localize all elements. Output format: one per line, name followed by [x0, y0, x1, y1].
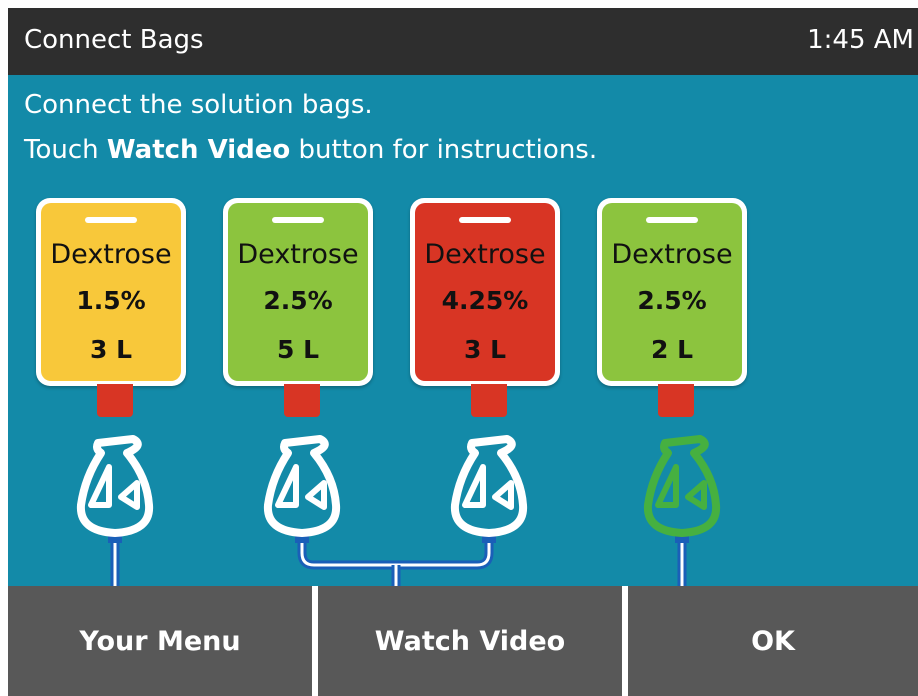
watch-video-button[interactable]: Watch Video [318, 586, 622, 696]
bag-volume: 5 L [276, 335, 320, 364]
bag-solution-name: Dextrose [424, 239, 546, 270]
bag-port-4 [658, 384, 694, 417]
bag-port-2 [284, 384, 320, 417]
bag-hanger-slot [272, 217, 324, 223]
bag-label-panel: Dextrose 2.5% 5 L [228, 203, 368, 381]
bag-concentration: 1.5% [76, 286, 146, 315]
button-bar: Your Menu Watch Video OK [8, 586, 918, 696]
tube-bag-1 [108, 531, 122, 586]
bag-concentration: 2.5% [263, 286, 333, 315]
bag-volume: 3 L [463, 335, 507, 364]
bag-solution-name: Dextrose [237, 239, 359, 270]
main-content: Connect the solution bags. Touch Watch V… [8, 75, 918, 586]
bag-solution-name: Dextrose [50, 239, 172, 270]
bag-port-3 [471, 384, 507, 417]
bag-hanger-slot [646, 217, 698, 223]
bag-volume: 2 L [650, 335, 694, 364]
connector-clip-1-icon[interactable] [76, 435, 154, 537]
bag-concentration: 4.25% [441, 286, 529, 315]
ok-button[interactable]: OK [628, 586, 918, 696]
solution-bag-2[interactable]: Dextrose 2.5% 5 L [223, 198, 373, 386]
bag-port-1 [97, 384, 133, 417]
solution-bag-3[interactable]: Dextrose 4.25% 3 L [410, 198, 560, 386]
bag-label-panel: Dextrose 4.25% 3 L [415, 203, 555, 381]
solution-bag-1[interactable]: Dextrose 1.5% 3 L [36, 198, 186, 386]
bag-solution-name: Dextrose [611, 239, 733, 270]
screen-title: Connect Bags [24, 25, 204, 55]
tube-bag-4 [675, 531, 689, 586]
clock: 1:45 AM [807, 25, 914, 55]
tube-manifold-bags-2-3 [295, 531, 496, 586]
connector-clip-3-icon[interactable] [450, 435, 528, 537]
solution-bag-4[interactable]: Dextrose 2.5% 2 L [597, 198, 747, 386]
bag-concentration: 2.5% [637, 286, 707, 315]
your-menu-button[interactable]: Your Menu [8, 586, 312, 696]
connector-clip-4-icon[interactable] [643, 435, 721, 537]
title-bar: Connect Bags 1:45 AM [8, 8, 918, 75]
device-screen: Connect Bags 1:45 AM Connect the solutio… [8, 8, 918, 696]
connector-clip-2-icon[interactable] [263, 435, 341, 537]
bag-label-panel: Dextrose 1.5% 3 L [41, 203, 181, 381]
bag-hanger-slot [85, 217, 137, 223]
bag-hanger-slot [459, 217, 511, 223]
bag-label-panel: Dextrose 2.5% 2 L [602, 203, 742, 381]
bag-volume: 3 L [89, 335, 133, 364]
